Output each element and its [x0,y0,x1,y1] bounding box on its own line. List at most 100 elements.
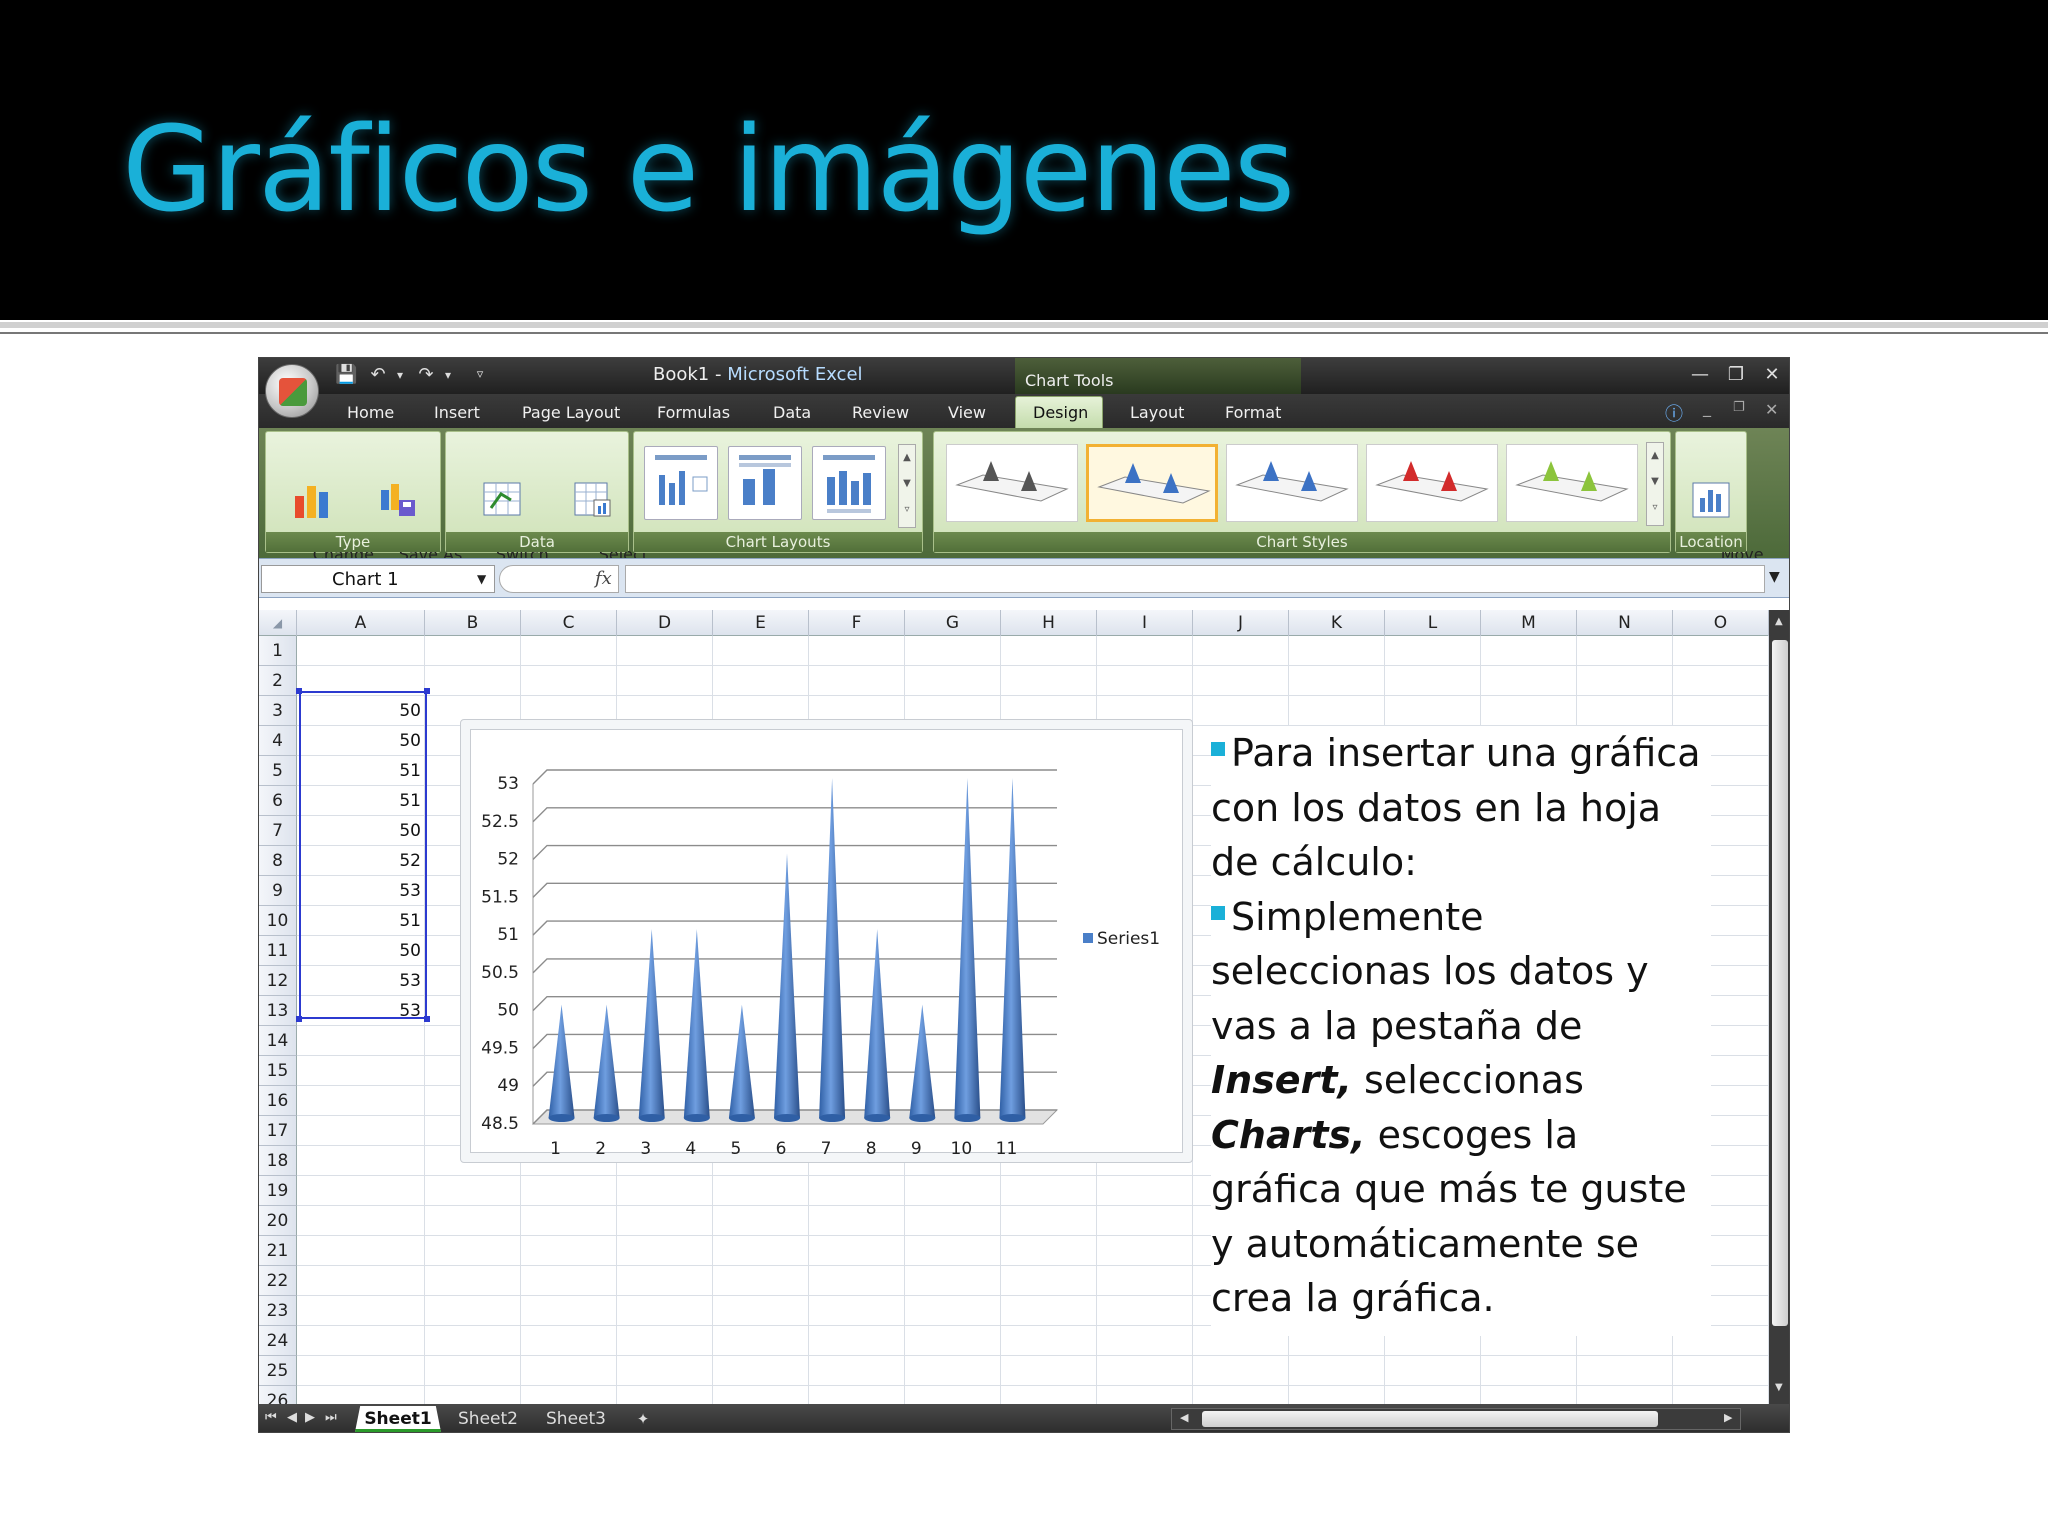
scroll-right-icon[interactable]: ▶ [1724,1411,1732,1424]
selection-handle[interactable] [424,688,430,694]
row-header-18[interactable]: 18 [259,1146,297,1176]
horizontal-scroll-thumb[interactable] [1202,1411,1658,1427]
row-header-5[interactable]: 5 [259,756,297,786]
chart-layout-3[interactable] [812,446,886,520]
row-header-1[interactable]: 1 [259,636,297,666]
row-header-9[interactable]: 9 [259,876,297,906]
tab-insert[interactable]: Insert [434,403,480,422]
row-header-13[interactable]: 13 [259,996,297,1026]
more-icon[interactable]: ▿ [899,497,915,523]
vertical-scrollbar[interactable]: ▲ ▼ [1769,610,1789,1404]
close-icon[interactable]: ✕ [1759,364,1785,385]
chart-style-3[interactable] [1226,444,1358,522]
chart-object[interactable]: 53 52.5 52 51.5 51 50.5 50 49.5 49 48.5 1 2 3 4 5 6 7 8 9 1… [460,719,1193,1163]
chart-style-1[interactable] [946,444,1078,522]
column-header-g[interactable]: G [905,610,1001,636]
row-header-14[interactable]: 14 [259,1026,297,1056]
column-header-c[interactable]: C [521,610,617,636]
vertical-scroll-thumb[interactable] [1772,640,1788,1326]
chart-layout-1[interactable] [644,446,718,520]
chart-styles-scroll[interactable]: ▲ ▼ ▿ [1646,442,1664,526]
column-header-o[interactable]: O [1673,610,1769,636]
selected-range[interactable] [299,691,427,1019]
office-button[interactable] [265,364,319,418]
next-sheet-icon[interactable]: ▶ [305,1410,315,1425]
row-header-10[interactable]: 10 [259,906,297,936]
selection-handle[interactable] [296,1016,302,1022]
row-header-11[interactable]: 11 [259,936,297,966]
customize-qat-icon[interactable]: ▿ [469,364,491,386]
row-header-26[interactable]: 26 [259,1386,297,1404]
column-header-a[interactable]: A [297,610,425,636]
redo-dropdown-icon[interactable]: ▾ [437,364,459,386]
chart-layout-2[interactable] [728,446,802,520]
tab-layout[interactable]: Layout [1130,403,1184,422]
column-header-f[interactable]: F [809,610,905,636]
row-header-19[interactable]: 19 [259,1176,297,1206]
row-header-24[interactable]: 24 [259,1326,297,1356]
tab-design[interactable]: Design [1033,403,1088,422]
row-header-7[interactable]: 7 [259,816,297,846]
scroll-down-icon[interactable]: ▼ [899,471,915,497]
column-header-l[interactable]: L [1385,610,1481,636]
row-header-21[interactable]: 21 [259,1236,297,1266]
formula-input[interactable] [625,565,1765,593]
tab-formulas[interactable]: Formulas [657,403,730,422]
horizontal-scrollbar[interactable]: ◀ ▶ [1171,1408,1741,1430]
row-header-16[interactable]: 16 [259,1086,297,1116]
scroll-down-icon[interactable]: ▼ [1775,1382,1783,1393]
minimize-icon[interactable]: — [1687,364,1713,385]
chart-layouts-scroll[interactable]: ▲ ▼ ▿ [898,444,916,528]
selection-handle[interactable] [296,688,302,694]
scroll-left-icon[interactable]: ◀ [1180,1411,1188,1424]
row-header-25[interactable]: 25 [259,1356,297,1386]
restore-icon[interactable]: ❐ [1723,364,1749,385]
undo-icon[interactable]: ↶ [367,364,389,386]
expand-formula-bar-icon[interactable]: ▼ [1769,569,1780,585]
row-header-22[interactable]: 22 [259,1266,297,1296]
chart-style-4[interactable] [1366,444,1498,522]
scroll-up-icon[interactable]: ▲ [1775,616,1783,627]
save-icon[interactable]: 💾 [335,364,357,386]
column-header-i[interactable]: I [1097,610,1193,636]
row-header-23[interactable]: 23 [259,1296,297,1326]
column-header-m[interactable]: M [1481,610,1577,636]
scroll-down-icon[interactable]: ▼ [1647,469,1663,495]
row-header-8[interactable]: 8 [259,846,297,876]
chevron-down-icon[interactable]: ▼ [477,572,486,586]
row-header-12[interactable]: 12 [259,966,297,996]
doc-close-icon[interactable]: ✕ [1765,400,1778,419]
tab-data[interactable]: Data [773,403,811,422]
tab-page-layout[interactable]: Page Layout [522,403,620,422]
sheet-tab-sheet2[interactable]: Sheet2 [447,1406,529,1432]
sheet-tab-sheet1[interactable]: Sheet1 [355,1406,441,1432]
help-icon[interactable]: ⓘ [1665,400,1683,426]
row-header-6[interactable]: 6 [259,786,297,816]
name-box[interactable]: Chart 1 [261,565,495,593]
row-header-20[interactable]: 20 [259,1206,297,1236]
sheet-tab-sheet3[interactable]: Sheet3 [535,1406,617,1432]
scroll-up-icon[interactable]: ▲ [899,445,915,471]
more-icon[interactable]: ▿ [1647,495,1663,521]
insert-sheet-icon[interactable]: ✦ [623,1406,663,1432]
scroll-up-icon[interactable]: ▲ [1647,443,1663,469]
last-sheet-icon[interactable]: ⏭ [325,1410,337,1425]
column-header-n[interactable]: N [1577,610,1673,636]
doc-minimize-icon[interactable]: _ [1703,398,1711,417]
column-header-k[interactable]: K [1289,610,1385,636]
doc-restore-icon[interactable]: ❐ [1733,400,1745,415]
undo-dropdown-icon[interactable]: ▾ [389,364,411,386]
row-header-3[interactable]: 3 [259,696,297,726]
fx-icon[interactable]: fx [595,568,612,589]
selection-handle[interactable] [424,1016,430,1022]
prev-sheet-icon[interactable]: ◀ [287,1410,297,1425]
row-header-17[interactable]: 17 [259,1116,297,1146]
tab-review[interactable]: Review [852,403,909,422]
column-header-h[interactable]: H [1001,610,1097,636]
tab-view[interactable]: View [948,403,986,422]
chart-style-5[interactable] [1506,444,1638,522]
column-header-d[interactable]: D [617,610,713,636]
column-header-j[interactable]: J [1193,610,1289,636]
row-header-4[interactable]: 4 [259,726,297,756]
redo-icon[interactable]: ↷ [415,364,437,386]
